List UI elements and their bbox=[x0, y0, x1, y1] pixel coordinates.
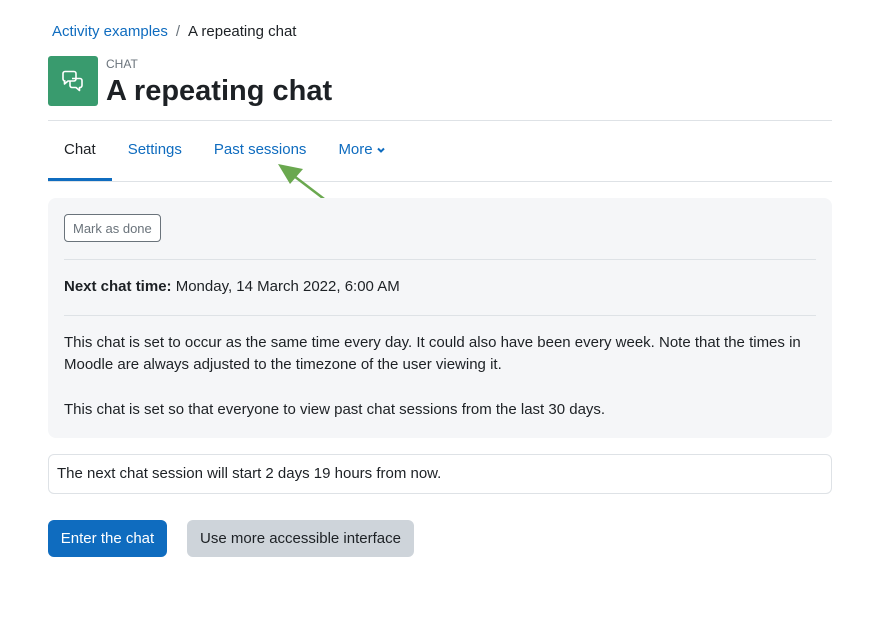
next-session-notice: The next chat session will start 2 days … bbox=[48, 454, 832, 494]
tab-chat-label: Chat bbox=[64, 140, 96, 158]
next-chat-time-value: Monday, 14 March 2022, 6:00 AM bbox=[175, 278, 400, 295]
tab-settings[interactable]: Settings bbox=[112, 121, 198, 179]
page-title: A repeating chat bbox=[106, 75, 333, 107]
breadcrumb: Activity examples / A repeating chat bbox=[52, 22, 296, 42]
tab-chat[interactable]: Chat bbox=[48, 121, 112, 181]
mark-as-done-button[interactable]: Mark as done bbox=[64, 214, 161, 242]
chat-bubbles-icon bbox=[48, 56, 98, 106]
secondary-navigation: Chat Settings Past sessions More bbox=[48, 121, 832, 182]
breadcrumb-current: A repeating chat bbox=[188, 23, 297, 40]
chevron-down-icon bbox=[376, 145, 386, 155]
accessible-interface-button[interactable]: Use more accessible interface bbox=[187, 520, 414, 557]
description-paragraph: This chat is set to occur as the same ti… bbox=[64, 334, 801, 373]
breadcrumb-separator: / bbox=[175, 23, 181, 40]
next-chat-time: Next chat time: Monday, 14 March 2022, 6… bbox=[64, 277, 400, 297]
activity-description: This chat is set to occur as the same ti… bbox=[64, 332, 816, 444]
tab-settings-label: Settings bbox=[127, 141, 182, 158]
next-session-text: The next chat session will start 2 days … bbox=[57, 465, 442, 482]
next-chat-time-label: Next chat time: bbox=[64, 278, 172, 295]
activity-info-panel: Mark as done Next chat time: Monday, 14 … bbox=[48, 198, 832, 438]
enter-chat-button[interactable]: Enter the chat bbox=[48, 520, 167, 557]
panel-divider bbox=[64, 259, 816, 260]
activity-type-label: CHAT bbox=[106, 57, 138, 71]
description-paragraph: This chat is set so that everyone to vie… bbox=[64, 401, 606, 418]
header-text: CHAT A repeating chat bbox=[106, 57, 332, 109]
page: Activity examples / A repeating chat CHA… bbox=[0, 0, 890, 620]
panel-divider bbox=[64, 315, 816, 316]
breadcrumb-link-activity-examples[interactable]: Activity examples bbox=[52, 22, 168, 42]
page-header: CHAT A repeating chat bbox=[48, 56, 332, 109]
